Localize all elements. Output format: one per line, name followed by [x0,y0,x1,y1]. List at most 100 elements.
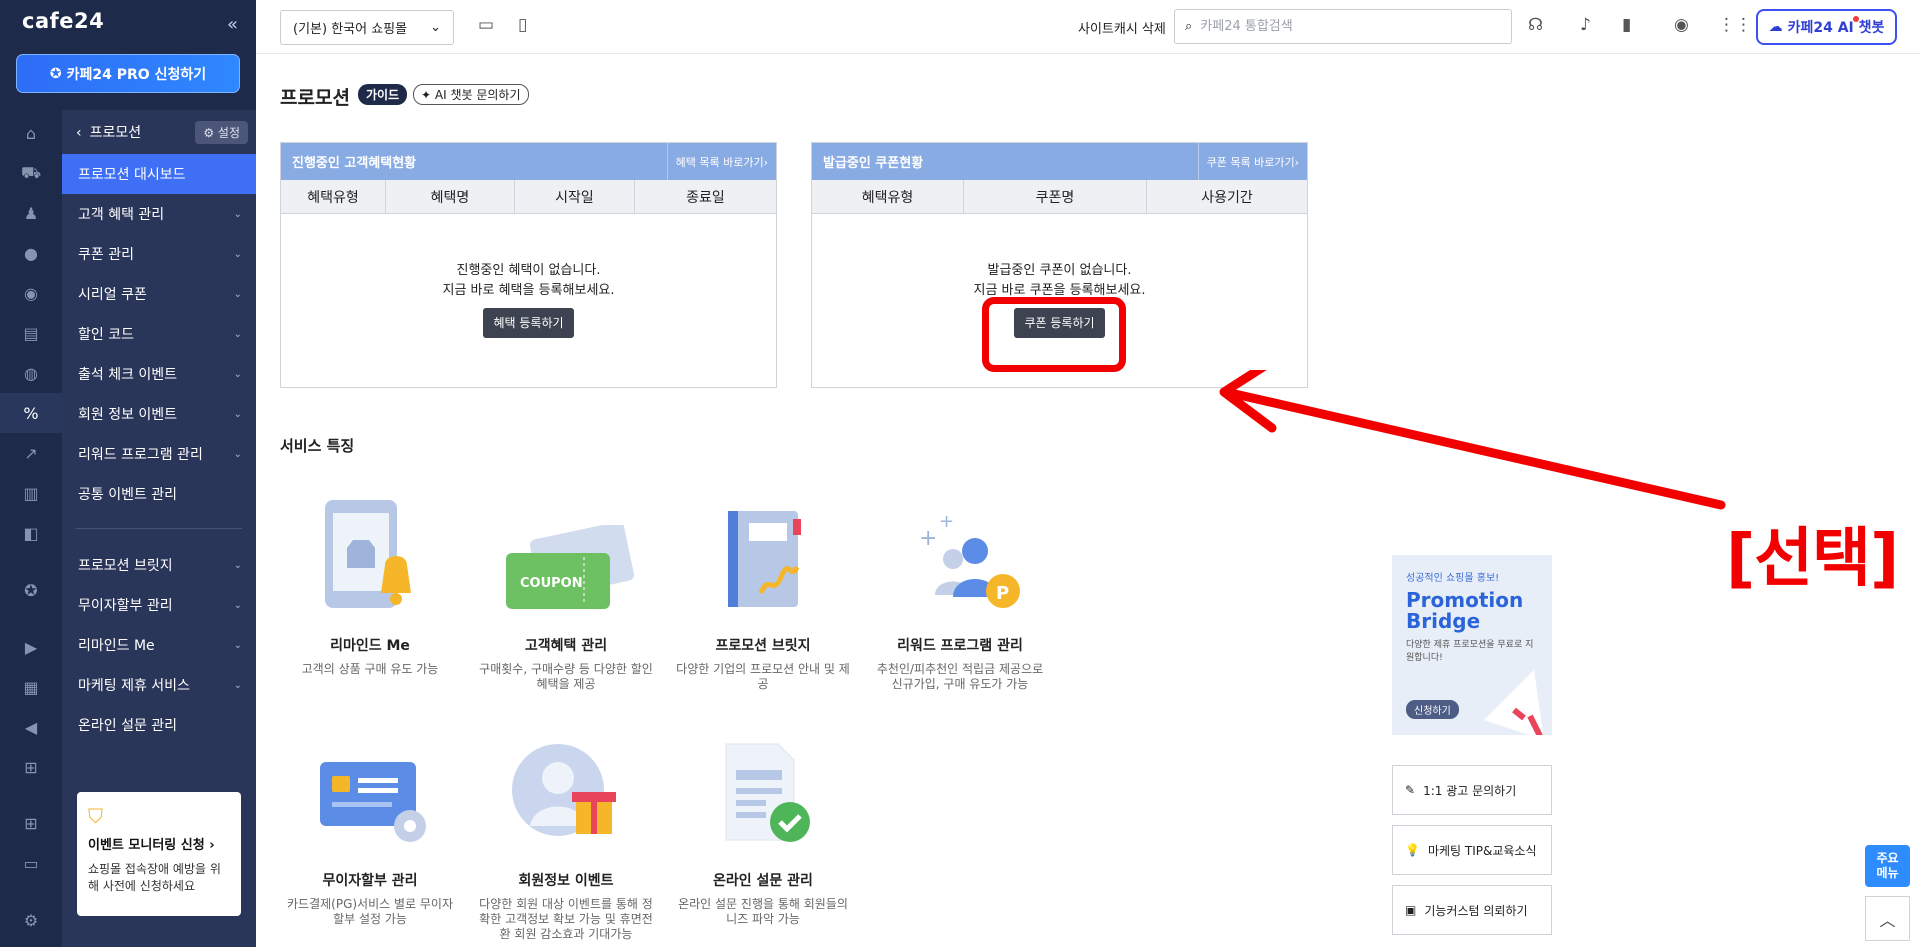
service-desc: 카드결제(PG)서비스 별로 무이자 할부 설정 가능 [286,897,453,926]
custom-icon: ▣ [1405,903,1417,917]
svg-text:P: P [996,583,1009,604]
shop-add-icon[interactable]: ⊞ [21,757,41,777]
ai-chatbot-button[interactable]: ☁ 카페24 AI 챗봇 [1756,9,1897,45]
sidebar-item[interactable]: 프로모션 대시보드 [62,154,256,194]
folder-icon[interactable]: ▭ [21,853,41,873]
pro-apply-label: 카페24 PRO 신청하기 [66,66,207,83]
people-point-icon: + + P [860,490,1060,615]
custom-request-button[interactable]: ▣ 기능커스텀 의뢰하기 [1392,885,1552,935]
shirt-icon[interactable]: ♟ [21,203,41,223]
panel-header: 발급중인 쿠폰현황 쿠폰 목록 바로가기› [812,143,1307,180]
sidebar-back-link[interactable]: ‹ 프로모션 [76,122,141,142]
sidebar-setting-button[interactable]: ⚙ 설정 [195,120,248,144]
bookmark-icon[interactable]: ▮ [1622,15,1631,35]
empty-hint: 지금 바로 혜택을 등록해보세요. [442,283,615,298]
stats-icon[interactable]: ↗ [21,443,41,463]
service-reward-program[interactable]: + + P 리워드 프로그램 관리 추천인/피추천인 적립금 제공으로 신규가입, … [860,490,1060,692]
home-icon[interactable]: ⌂ [21,123,41,143]
collapse-sidebar-icon[interactable]: « [227,14,238,35]
sidebar-item[interactable]: 리워드 프로그램 관리 ⌄ [62,434,256,474]
sidebar-item[interactable]: 마케팅 제휴 서비스 ⌄ [62,665,256,705]
sidebar-item-label: 마케팅 제휴 서비스 [78,678,190,694]
service-remind-me[interactable]: 리마인드 Me 고객의 상품 구매 유도 가능 [270,490,470,677]
sidebar-item[interactable]: 리마인드 Me ⌄ [62,625,256,665]
chevron-down-icon: ⌄ [233,328,242,340]
integrated-search[interactable]: ⌕ [1174,9,1512,44]
sidebar-item[interactable]: 출석 체크 이벤트 ⌄ [62,354,256,394]
sidebar-item[interactable]: 고객 혜택 관리 ⌄ [62,194,256,234]
headset-icon[interactable]: ☊ [1528,15,1543,35]
sidebar-item[interactable]: 시리얼 쿠폰 ⌄ [62,274,256,314]
shop-select[interactable]: (기본) 한국어 쇼핑몰 ⌄ [280,10,454,45]
promo-apply-button[interactable]: 신청하기 [1406,700,1459,719]
guide-badge[interactable]: 가이드 [358,84,408,105]
column-header: 사용기간 [1201,189,1253,206]
service-desc: 추천인/피추천인 적립금 제공으로 신규가입, 구매 유도가 가능 [876,662,1044,691]
megaphone-illustration-icon [1484,670,1544,735]
megaphone-icon[interactable]: ◀ [21,717,41,737]
grid-plus-icon[interactable]: ⊞ [21,813,41,833]
coupon-list-link[interactable]: 쿠폰 목록 바로가기› [1197,143,1307,180]
register-benefit-button[interactable]: 혜택 등록하기 [483,308,574,338]
service-desc: 다양한 회원 대상 이벤트를 통해 정확한 고객정보 확보 가능 및 휴면전환 … [479,897,653,941]
service-name: 프로모션 브릿지 [715,638,811,654]
benefit-list-link[interactable]: 혜택 목록 바로가기› [666,143,776,180]
sidebar-item[interactable]: 쿠폰 관리 ⌄ [62,234,256,274]
app-icon[interactable]: ◧ [21,523,41,543]
search-input[interactable] [1200,19,1491,34]
ad-inquiry-button[interactable]: ✎ 1:1 광고 문의하기 [1392,765,1552,815]
shield-icon: ⛉ [88,804,103,828]
ai-chat-link[interactable]: ✦ AI 챗봇 문의하기 [413,84,529,105]
column-header: 종료일 [686,189,725,206]
sidebar-item[interactable]: 회원 정보 이벤트 ⌄ [62,394,256,434]
design-icon[interactable]: ◍ [21,363,41,383]
tablet-bell-icon [270,490,470,615]
survey-check-icon [663,725,863,850]
sidebar-item-label: 온라인 설문 관리 [78,718,178,734]
service-customer-benefit[interactable]: COUPON 고객혜택 관리 구매횟수, 구매수량 등 다양한 할인 혜택을 제… [466,490,666,692]
desktop-icon[interactable]: ▭ [478,15,494,35]
bell-icon[interactable]: ♪ [1580,15,1591,35]
report-icon[interactable]: ▥ [21,483,41,503]
service-member-event[interactable]: 회원정보 이벤트 다양한 회원 대상 이벤트를 통해 정확한 고객정보 확보 가… [466,725,666,942]
service-online-survey[interactable]: 온라인 설문 관리 온라인 설문 진행을 통해 회원들의 니즈 파악 가능 [663,725,863,927]
monitoring-title[interactable]: 이벤트 모니터링 신청 › [88,834,230,853]
service-promotion-bridge[interactable]: 프로모션 브릿지 다양한 기업의 프로모션 안내 및 제공 [663,490,863,692]
panel-title: 진행중인 고객혜택현황 [292,156,417,171]
sidebar-item[interactable]: 할인 코드 ⌄ [62,314,256,354]
pro-apply-button[interactable]: ✪ 카페24 PRO 신청하기 [16,54,240,93]
marketing-tip-button[interactable]: 💡 마케팅 TIP&교육소식 [1392,825,1552,875]
main-menu-button[interactable]: 주요 메뉴 [1865,845,1910,887]
service-installment[interactable]: 무이자할부 관리 카드결제(PG)서비스 별로 무이자 할부 설정 가능 [270,725,470,927]
sidebar-divider [76,528,242,529]
promotion-icon[interactable]: % [0,393,62,433]
annotation-arrow [1219,370,1726,510]
chevron-down-icon: ⌄ [233,599,242,611]
sidebar-item[interactable]: 무이자할부 관리 ⌄ [62,585,256,625]
cafe24-logo[interactable]: cafe24 [22,9,104,33]
video-icon[interactable]: ▶ [21,637,41,657]
account-icon[interactable]: ◉ [1674,15,1689,35]
benefit-status-panel: 진행중인 고객혜택현황 혜택 목록 바로가기› 혜택유형 혜택명 시작일 종료일… [280,142,777,388]
event-monitoring-card[interactable]: ⛉ 이벤트 모니터링 신청 › 쇼핑몰 접속장애 예방을 위해 사전에 신청하세… [77,792,241,916]
highlight-box [982,297,1126,372]
service-desc: 구매횟수, 구매수량 등 다양한 할인 혜택을 제공 [479,662,653,691]
mobile-icon[interactable]: ▯ [518,15,527,35]
sidebar-item[interactable]: 온라인 설문 관리 [62,705,256,745]
scroll-top-button[interactable]: ︿ [1865,896,1910,941]
board-icon[interactable]: ▤ [21,323,41,343]
sidebar-item[interactable]: 프로모션 브릿지 ⌄ [62,545,256,585]
promotion-bridge-banner[interactable]: 성공적인 쇼핑몰 홍보! Promotion Bridge 다양한 제휴 프로모… [1392,555,1552,735]
apps-grid-icon[interactable]: ⋮⋮ [1718,15,1752,35]
chat-icon[interactable]: ◉ [21,283,41,303]
sidebar-setting-label: 설정 [217,125,240,140]
cart-icon[interactable]: ⛟ [21,163,41,183]
chevron-left-icon: ‹ [76,125,82,141]
settings-icon[interactable]: ⚙ [21,910,41,930]
sidebar-item-label: 무이자할부 관리 [78,598,173,614]
user-icon[interactable]: ● [21,243,41,263]
store-icon[interactable]: ▦ [21,677,41,697]
sidebar-item[interactable]: 공통 이벤트 관리 [62,474,256,514]
site-cache-delete-link[interactable]: 사이트캐시 삭제 [1078,18,1166,37]
award-icon[interactable]: ✪ [21,580,41,600]
